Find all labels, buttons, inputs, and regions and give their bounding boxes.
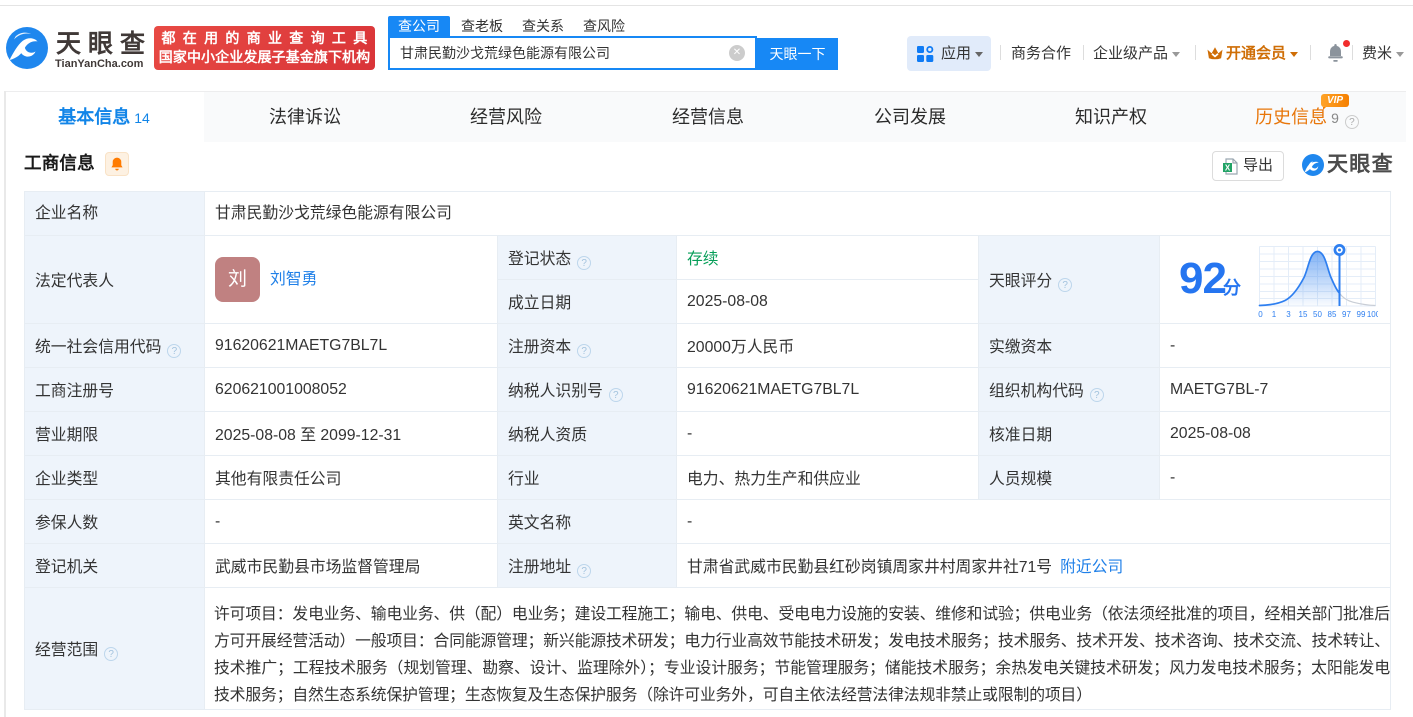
svg-text:15: 15 — [1299, 310, 1308, 317]
svg-text:99: 99 — [1357, 310, 1366, 317]
svg-text:0: 0 — [1258, 310, 1263, 317]
svg-text:X: X — [1225, 163, 1231, 172]
svg-text:1: 1 — [1272, 310, 1277, 317]
svg-text:100: 100 — [1367, 310, 1378, 317]
svg-text:85: 85 — [1328, 310, 1337, 317]
svg-text:3: 3 — [1286, 310, 1291, 317]
svg-text:97: 97 — [1342, 310, 1351, 317]
svg-text:50: 50 — [1313, 310, 1322, 317]
